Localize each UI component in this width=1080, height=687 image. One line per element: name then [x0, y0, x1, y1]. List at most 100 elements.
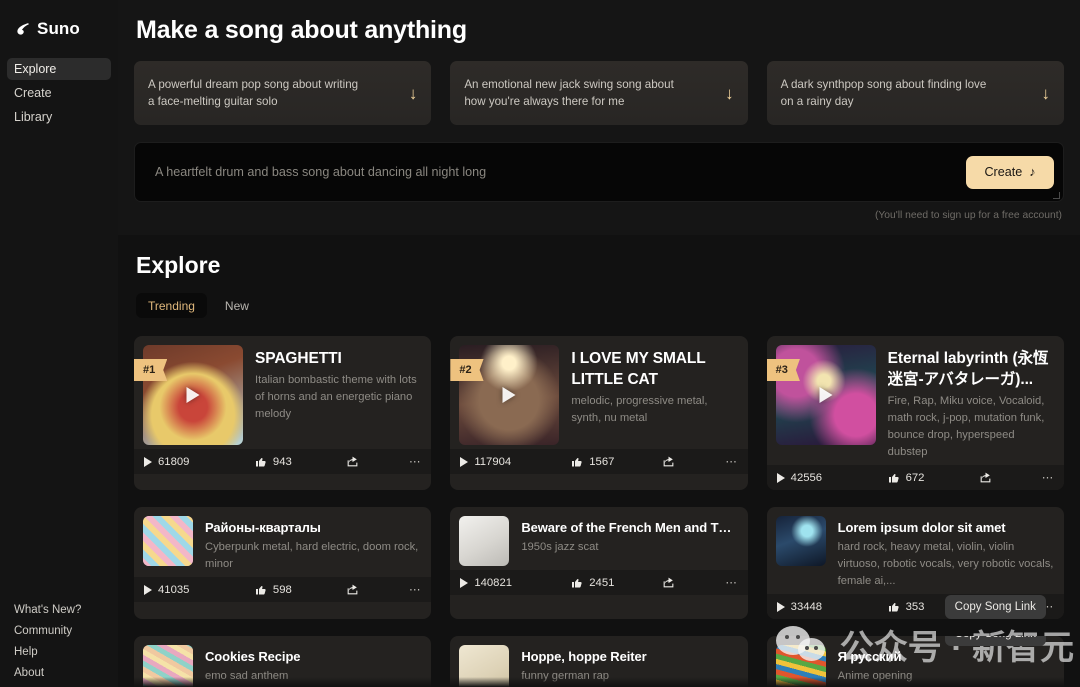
- prompt-card-3[interactable]: A dark synthpop song about finding love …: [767, 61, 1064, 125]
- song-card-list-3[interactable]: Lorem ipsum dolor sit amet hard rock, he…: [767, 507, 1064, 619]
- prompt-suggestions: A powerful dream pop song about writing …: [134, 61, 1064, 125]
- card-meta: Lorem ipsum dolor sit amet hard rock, he…: [838, 516, 1055, 590]
- like-count[interactable]: 672: [888, 472, 966, 484]
- share-button[interactable]: [657, 573, 681, 593]
- song-card-featured-2[interactable]: #2 I LOVE MY SMALL LITTLE CAT melodic, p…: [450, 336, 747, 490]
- arrow-down-icon[interactable]: ↓: [409, 85, 418, 102]
- share-icon: [979, 471, 992, 484]
- song-card-list-5[interactable]: Hoppe, hoppe Reiter funny german rap 104…: [450, 636, 747, 687]
- play-icon[interactable]: [819, 387, 832, 403]
- signup-hint: (You'll need to sign up for a free accou…: [134, 210, 1064, 221]
- prompt-card-1[interactable]: A powerful dream pop song about writing …: [134, 61, 431, 125]
- card-body: #2 I LOVE MY SMALL LITTLE CAT melodic, p…: [450, 336, 747, 449]
- sidebar-item-create[interactable]: Create: [7, 82, 111, 104]
- song-artwork[interactable]: [459, 645, 509, 687]
- sidebar-link-community[interactable]: Community: [7, 624, 111, 639]
- tab-new[interactable]: New: [213, 293, 261, 318]
- sidebar-link-whats-new[interactable]: What's New?: [7, 603, 111, 618]
- like-count-value: 598: [273, 584, 292, 596]
- share-button[interactable]: [341, 452, 365, 472]
- share-button[interactable]: [657, 452, 681, 472]
- thumbnail-wrapper[interactable]: #3: [776, 345, 876, 461]
- like-count-value: 943: [273, 456, 292, 468]
- song-description: funny german rap: [521, 668, 738, 685]
- song-artwork[interactable]: [143, 645, 193, 687]
- share-action[interactable]: [333, 580, 383, 600]
- share-button[interactable]: [973, 468, 997, 488]
- like-count[interactable]: 598: [255, 584, 333, 596]
- song-prompt-input[interactable]: A heartfelt drum and bass song about dan…: [134, 142, 1064, 202]
- play-count: 61809: [144, 456, 255, 468]
- play-icon[interactable]: [503, 387, 516, 403]
- thumbs-up-icon: [571, 456, 583, 468]
- composer-wrapper: A heartfelt drum and bass song about dan…: [134, 142, 1064, 202]
- song-title[interactable]: Cookies Recipe: [205, 648, 422, 665]
- share-action[interactable]: [333, 452, 383, 472]
- sidebar-link-help[interactable]: Help: [7, 645, 111, 660]
- thumbs-up-icon: [571, 577, 583, 589]
- more-options-button[interactable]: ⋯: [1015, 471, 1054, 484]
- thumbnail-wrapper[interactable]: #1: [143, 345, 243, 445]
- brand[interactable]: Suno: [0, 10, 118, 44]
- prompt-text: A powerful dream pop song about writing …: [148, 76, 366, 110]
- song-description: Fire, Rap, Miku voice, Vocaloid, math ro…: [888, 393, 1055, 461]
- prompt-card-2[interactable]: An emotional new jack swing song about h…: [450, 61, 747, 125]
- arrow-down-icon[interactable]: ↓: [1041, 85, 1050, 102]
- artwork-image: [459, 516, 509, 566]
- play-icon[interactable]: [187, 387, 200, 403]
- song-artwork[interactable]: [143, 516, 193, 566]
- more-options-button[interactable]: ⋯: [382, 455, 421, 468]
- share-tooltip: Copy Song Link: [945, 636, 1046, 646]
- like-count[interactable]: 1567: [571, 456, 649, 468]
- more-options-button[interactable]: ⋯: [382, 583, 421, 596]
- song-title[interactable]: Eternal labyrinth (永恆迷宮-アバタレーガ)...: [888, 348, 1055, 390]
- song-description: Cyberpunk metal, hard electric, doom roc…: [205, 539, 422, 573]
- hero-section: Make a song about anything A powerful dr…: [118, 0, 1080, 235]
- song-title[interactable]: Beware of the French Men and Their...: [521, 519, 738, 536]
- brand-name: Suno: [37, 19, 80, 39]
- tab-trending[interactable]: Trending: [136, 293, 207, 318]
- share-action[interactable]: [649, 573, 699, 593]
- card-actions: 140821 2451 ⋯: [450, 570, 747, 595]
- thumbnail-wrapper[interactable]: #2: [459, 345, 559, 445]
- song-title[interactable]: I LOVE MY SMALL LITTLE CAT: [571, 348, 738, 390]
- sidebar-nav: Explore Create Library: [0, 58, 118, 128]
- like-count[interactable]: 2451: [571, 577, 649, 589]
- share-icon: [662, 576, 675, 589]
- card-actions: 42556 672 ⋯: [767, 465, 1064, 490]
- textarea-resize-handle[interactable]: [1053, 192, 1060, 199]
- play-icon: [144, 457, 152, 467]
- share-action[interactable]: [649, 452, 699, 472]
- song-artwork[interactable]: [459, 516, 509, 566]
- sidebar-item-explore[interactable]: Explore: [7, 58, 111, 80]
- song-title[interactable]: Я русский: [838, 648, 1055, 665]
- more-options-button[interactable]: ⋯: [699, 576, 738, 589]
- share-button[interactable]: [341, 580, 365, 600]
- artwork-image: [459, 645, 509, 687]
- song-description: Italian bombastic theme with lots of hor…: [255, 372, 422, 423]
- create-button[interactable]: Create ♪: [966, 156, 1054, 189]
- artwork-image: [776, 516, 826, 566]
- song-title[interactable]: Lorem ipsum dolor sit amet: [838, 519, 1055, 536]
- song-title[interactable]: Районы-кварталы: [205, 519, 422, 536]
- song-card-list-6[interactable]: Я русский Anime opening 23777 446: [767, 636, 1064, 687]
- sidebar-item-library[interactable]: Library: [7, 106, 111, 128]
- song-title[interactable]: SPAGHETTI: [255, 348, 422, 369]
- song-card-list-1[interactable]: Районы-кварталы Cyberpunk metal, hard el…: [134, 507, 431, 619]
- song-title[interactable]: Hoppe, hoppe Reiter: [521, 648, 738, 665]
- song-card-featured-1[interactable]: #1 SPAGHETTI Italian bombastic theme wit…: [134, 336, 431, 490]
- more-options-button[interactable]: ⋯: [699, 455, 738, 468]
- song-card-list-2[interactable]: Beware of the French Men and Their... 19…: [450, 507, 747, 619]
- song-artwork[interactable]: [776, 645, 826, 687]
- tab-label: New: [225, 299, 249, 313]
- song-card-featured-3[interactable]: #3 Eternal labyrinth (永恆迷宮-アバタレーガ)... Fi…: [767, 336, 1064, 490]
- song-artwork[interactable]: [776, 516, 826, 566]
- sidebar-link-about[interactable]: About: [7, 666, 111, 681]
- artwork-image: [776, 645, 826, 687]
- song-card-list-4[interactable]: Cookies Recipe emo sad anthem 80944 1501: [134, 636, 431, 687]
- thumbs-up-icon: [255, 456, 267, 468]
- share-action[interactable]: [965, 468, 1015, 488]
- like-count[interactable]: 943: [255, 456, 333, 468]
- play-count-value: 42556: [791, 472, 822, 484]
- arrow-down-icon[interactable]: ↓: [725, 85, 734, 102]
